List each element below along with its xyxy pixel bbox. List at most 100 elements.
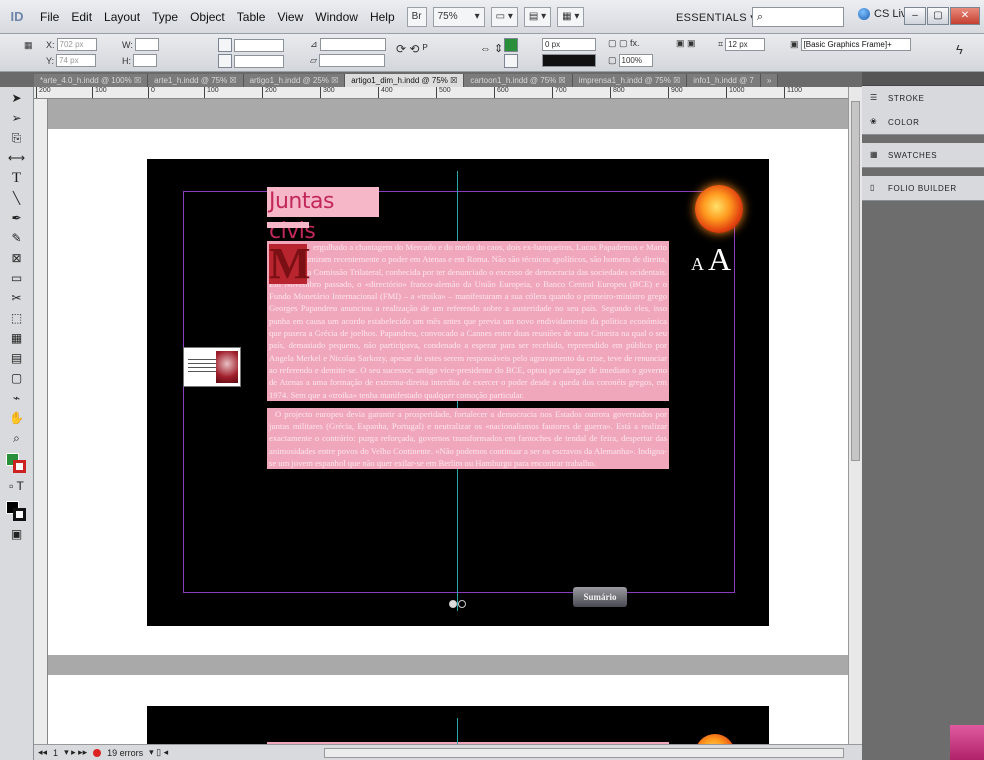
tab-document[interactable]: arte1_h.indd @ 75% ☒ — [148, 74, 244, 87]
tab-document[interactable]: imprensa1_h.indd @ 75% ☒ — [572, 74, 688, 87]
color-panel-button[interactable]: ❀ COLOR — [862, 110, 984, 134]
folio-builder-panel-button[interactable]: ▯ FOLIO BUILDER — [862, 176, 984, 200]
preflight-errors[interactable]: 19 errors — [107, 748, 143, 758]
stroke-type-select[interactable] — [542, 54, 596, 67]
horizontal-ruler[interactable]: 200 100 0 100 200 300 400 500 600 700 80… — [34, 87, 848, 99]
vertical-scroll-thumb[interactable] — [851, 101, 860, 461]
h-field[interactable] — [133, 54, 157, 67]
font-size-large[interactable]: A — [708, 241, 731, 277]
workspace-switcher[interactable]: ESSENTIALS ▾ — [670, 7, 762, 27]
swatches-panel-button[interactable]: ▦ SWATCHES — [862, 143, 984, 167]
article-subtitle-frame[interactable] — [267, 222, 309, 228]
formatting-affects-icon[interactable]: ▫ T — [6, 477, 28, 495]
menu-help[interactable]: Help — [364, 10, 401, 24]
y-field[interactable]: 74 px — [56, 54, 97, 67]
zoom-select[interactable]: 75% ▾ — [432, 6, 485, 27]
selection-tool-icon[interactable]: ➤ — [6, 89, 28, 107]
thumbnail-image[interactable] — [183, 347, 241, 387]
pen-tool-icon[interactable]: ✒ — [6, 209, 28, 227]
screen-mode-icon[interactable]: ▣ — [6, 525, 28, 543]
stroke-weight-field[interactable]: 0 px — [542, 38, 596, 51]
stroke-swatch[interactable] — [504, 54, 518, 68]
x-field[interactable]: 702 px — [56, 38, 97, 51]
menu-layout[interactable]: Layout — [98, 10, 146, 24]
panel-dock-grip[interactable] — [862, 72, 984, 86]
menu-object[interactable]: Object — [184, 10, 231, 24]
page-number-field[interactable]: 1 — [53, 748, 58, 758]
menu-view[interactable]: View — [271, 10, 309, 24]
tab-document[interactable]: cartoon1_h.indd @ 75% ☒ — [464, 74, 573, 87]
line-tool-icon[interactable]: ╲ — [6, 189, 28, 207]
tab-document[interactable]: info1_h.indd @ 7 — [687, 74, 761, 87]
font-size-control[interactable]: AA — [691, 241, 731, 278]
page-indicator[interactable] — [449, 600, 466, 608]
vertical-ruler[interactable] — [34, 99, 48, 744]
bridge-button[interactable]: Br — [406, 6, 427, 27]
font-size-small[interactable]: A — [691, 254, 704, 274]
opacity-field[interactable]: 100% — [618, 54, 653, 67]
rotate-icons[interactable]: ⟳ ⟲ ᴾ — [396, 42, 428, 56]
sumario-button[interactable]: Sumário — [573, 587, 627, 607]
rectangle-tool-icon[interactable]: ▭ — [6, 269, 28, 287]
free-transform-tool-icon[interactable]: ⬚ — [6, 309, 28, 327]
menu-file[interactable]: File — [34, 10, 65, 24]
reference-point-icon[interactable]: ▦ — [24, 40, 33, 51]
article-title[interactable]: Juntas civis — [267, 187, 379, 244]
menu-edit[interactable]: Edit — [65, 10, 98, 24]
gradient-feather-tool-icon[interactable]: ▤ — [6, 349, 28, 367]
taskbar-app-icon[interactable] — [950, 725, 984, 760]
eyedropper-tool-icon[interactable]: ⌁ — [6, 389, 28, 407]
size-field[interactable]: 12 px — [725, 38, 766, 51]
fitting-icons[interactable]: ▣ ▣ — [676, 38, 696, 49]
fill-stroke-swatch-icon[interactable] — [5, 453, 28, 475]
maximize-button[interactable]: ▢ — [927, 7, 949, 25]
effects-icons[interactable]: ▢ ▢ fx. — [608, 38, 640, 49]
rectangle-frame-tool-icon[interactable]: ⊠ — [6, 249, 28, 267]
first-page-icon[interactable]: ◂◂ — [38, 747, 47, 758]
document-canvas[interactable]: Juntas civis AA ergulhado a chantagem do… — [48, 99, 848, 744]
article-body-frame[interactable]: ergulhado a chantagem do Mercado e do me… — [267, 241, 669, 575]
page-nav-icons[interactable]: ▾ ▸ ▸▸ — [64, 747, 87, 758]
next-page-spread[interactable] — [147, 706, 769, 744]
fill-swatch[interactable] — [504, 38, 518, 52]
page-tool-icon[interactable]: ⎘ — [6, 129, 28, 147]
menu-type[interactable]: Type — [146, 10, 184, 24]
menu-table[interactable]: Table — [231, 10, 272, 24]
tabs-overflow-button[interactable]: » — [760, 74, 779, 87]
hand-tool-icon[interactable]: ✋ — [6, 409, 28, 427]
type-tool-icon[interactable]: T — [6, 169, 28, 187]
view-options-button[interactable]: ▭ ▾ — [490, 6, 518, 27]
tab-document[interactable]: artigo1_h.indd @ 25% ☒ — [243, 74, 346, 87]
page-dot[interactable] — [458, 600, 466, 608]
preflight-menu-icon[interactable]: ▾ ▯ ◂ — [149, 747, 168, 758]
note-tool-icon[interactable]: ▢ — [6, 369, 28, 387]
close-button[interactable]: ✕ — [950, 7, 980, 25]
page-dot-active[interactable] — [449, 600, 457, 608]
scale-x-field[interactable] — [234, 38, 284, 52]
menu-window[interactable]: Window — [309, 10, 364, 24]
sun-orb-image[interactable] — [695, 185, 743, 233]
page-spread[interactable]: Juntas civis AA ergulhado a chantagem do… — [147, 159, 769, 626]
shear-field[interactable] — [318, 54, 385, 67]
object-style-select[interactable]: [Basic Graphics Frame]+ — [800, 38, 911, 51]
arrange-documents-button[interactable]: ▦ ▾ — [557, 6, 585, 27]
pencil-tool-icon[interactable]: ✎ — [6, 229, 28, 247]
vertical-scrollbar[interactable] — [848, 87, 862, 744]
gap-tool-icon[interactable]: ⟷ — [6, 149, 28, 167]
zoom-tool-icon[interactable]: ⌕ — [6, 429, 28, 447]
screen-mode-button[interactable]: ▤ ▾ — [523, 6, 552, 27]
flip-icons[interactable]: ⇔ ⇕ — [480, 42, 503, 55]
search-input[interactable]: ⌕ — [752, 7, 844, 27]
tab-document-active[interactable]: artigo1_dim_h.indd @ 75% ☒ — [345, 74, 465, 87]
direct-selection-tool-icon[interactable]: ➢ — [6, 109, 28, 127]
horizontal-scrollbar[interactable] — [324, 748, 844, 758]
w-field[interactable] — [134, 38, 159, 51]
scissors-tool-icon[interactable]: ✂ — [6, 289, 28, 307]
gradient-swatch-tool-icon[interactable]: ▦ — [6, 329, 28, 347]
lightning-icon[interactable]: ϟ — [956, 42, 963, 57]
rotate-field[interactable] — [319, 38, 386, 51]
minimize-button[interactable]: – — [904, 7, 926, 25]
scale-y-field[interactable] — [234, 54, 284, 68]
default-colors-icon[interactable] — [5, 501, 28, 523]
tab-document[interactable]: *arte_4.0_h.indd @ 100% ☒ — [34, 74, 149, 87]
